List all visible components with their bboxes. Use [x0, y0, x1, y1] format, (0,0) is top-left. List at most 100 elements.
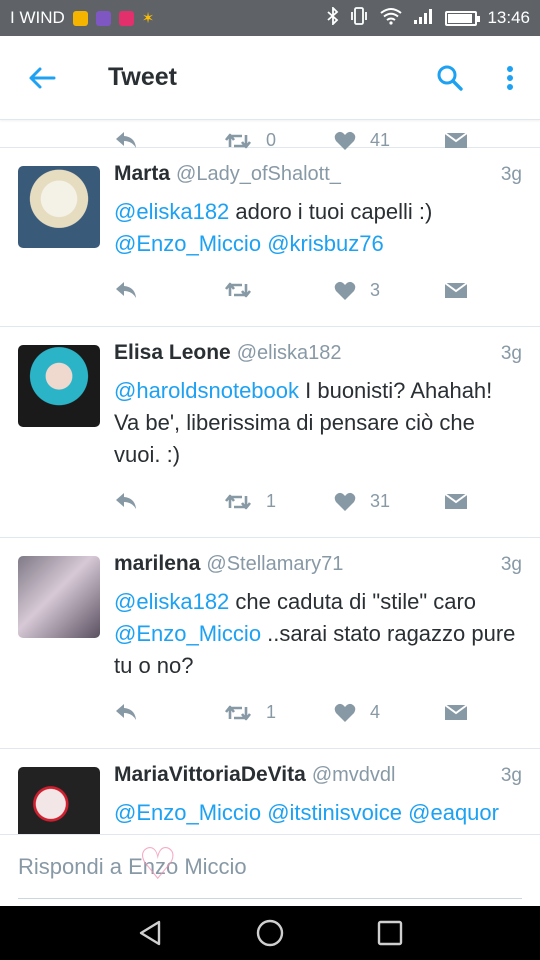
- watermark-logo: ♡: [138, 840, 178, 889]
- tweet-text-segment: che caduta di "stile" caro: [229, 589, 477, 614]
- like-button[interactable]: 3: [334, 280, 380, 301]
- mention-link[interactable]: @itstinisvoice: [267, 800, 402, 825]
- envelope-icon: [444, 491, 468, 511]
- author-handle[interactable]: @mvdvdl: [312, 764, 396, 787]
- reply-button[interactable]: [114, 130, 138, 150]
- partial-tweet-actions: 0 41: [0, 120, 540, 150]
- tweet-timestamp: 3g: [500, 164, 522, 185]
- page-title: Tweet: [108, 63, 177, 91]
- retweet-count: 1: [266, 702, 277, 722]
- retweet-icon: [224, 280, 252, 300]
- heart-icon: [334, 281, 356, 301]
- wifi-icon: [379, 7, 403, 30]
- reply-button[interactable]: [114, 491, 138, 511]
- tweet-timestamp: 3g: [500, 343, 522, 364]
- nav-recents-button[interactable]: [360, 906, 420, 960]
- direct-message-button[interactable]: [444, 280, 468, 300]
- author-name[interactable]: Marta: [114, 162, 170, 186]
- tweet-timestamp: 3g: [500, 765, 522, 786]
- like-button[interactable]: 4: [334, 702, 380, 723]
- reply-input[interactable]: Rispondi a Enzo Miccio: [18, 835, 522, 899]
- vibrate-icon: [349, 6, 369, 30]
- retweet-button[interactable]: 1: [224, 702, 276, 723]
- heart-icon: [334, 492, 356, 512]
- tweet-text-segment: adoro i tuoi capelli :): [229, 199, 433, 224]
- tweet-item[interactable]: MariaVittoriaDeVita @mvdvdl 3g @Enzo_Miccio…: [0, 749, 540, 834]
- like-count: 3: [370, 280, 381, 300]
- author-handle[interactable]: @Stellamary71: [206, 553, 343, 576]
- author-handle[interactable]: @Lady_ofShalott_: [176, 163, 341, 186]
- author-name[interactable]: marilena: [114, 552, 200, 576]
- search-icon: [437, 65, 463, 91]
- nav-home-button[interactable]: [240, 906, 300, 960]
- overflow-menu-button[interactable]: [480, 36, 540, 120]
- retweet-icon: [224, 492, 252, 512]
- screen: I WIND ✶ 13:46 Tweet 0 41 Marta @Lady_of…: [0, 0, 540, 960]
- tweet-text: @haroldsnotebook I buonisti? Ahahah! Va …: [114, 375, 522, 471]
- avatar[interactable]: [18, 166, 100, 248]
- reply-button[interactable]: [114, 702, 138, 722]
- like-count: 4: [370, 702, 381, 722]
- like-button[interactable]: 31: [334, 491, 390, 512]
- mention-link[interactable]: @krisbuz76: [267, 231, 384, 256]
- clock-label: 13:46: [487, 8, 530, 27]
- heart-icon: [334, 703, 356, 723]
- retweet-button[interactable]: 1: [224, 491, 276, 512]
- reply-icon: [114, 491, 138, 511]
- triangle-back-icon: [139, 920, 161, 946]
- author-name[interactable]: MariaVittoriaDeVita: [114, 763, 306, 787]
- nav-back-button[interactable]: [120, 906, 180, 960]
- pinwheel-icon: ✶: [141, 10, 155, 27]
- tweet-item[interactable]: Elisa Leone @eliska182 3g @haroldsnotebook …: [0, 327, 540, 538]
- reply-placeholder: Rispondi a Enzo Miccio: [18, 853, 247, 879]
- tweet-item[interactable]: marilena @Stellamary71 3g @eliska182 che ca…: [0, 538, 540, 749]
- mention-link[interactable]: @haroldsnotebook: [114, 378, 299, 403]
- search-button[interactable]: [420, 36, 480, 120]
- instagram-icon: [118, 10, 134, 26]
- like-count: 31: [370, 491, 391, 511]
- envelope-icon: [444, 130, 468, 150]
- system-nav-bar: [0, 906, 540, 960]
- tweet-text: @eliska182 che caduta di "stile" caro @E…: [114, 586, 522, 682]
- mention-link[interactable]: @eliska182: [114, 589, 229, 614]
- bluetooth-icon: [327, 5, 339, 30]
- status-bar: I WIND ✶ 13:46: [0, 0, 540, 36]
- direct-message-button[interactable]: [444, 491, 468, 511]
- tweet-text: @eliska182 adoro i tuoi capelli :) @Enzo…: [114, 196, 522, 260]
- signal-icon: [413, 7, 435, 30]
- tweet-item[interactable]: Marta @Lady_ofShalott_ 3g @eliska182 adoro …: [0, 148, 540, 327]
- envelope-icon: [444, 702, 468, 722]
- tweet-feed[interactable]: 0 41 Marta @Lady_ofShalott_ 3g @eliska182 ad…: [0, 120, 540, 834]
- mention-link[interactable]: @eliska182: [114, 199, 229, 224]
- mention-link[interactable]: @eaquor: [408, 800, 499, 825]
- direct-message-button[interactable]: [444, 130, 468, 150]
- reply-composer: Rispondi a Enzo Miccio ♡: [0, 834, 540, 906]
- back-button[interactable]: [0, 36, 84, 120]
- circle-home-icon: [256, 919, 284, 947]
- square-recents-icon: [377, 920, 403, 946]
- retweet-count: 1: [266, 491, 277, 511]
- author-name[interactable]: Elisa Leone: [114, 341, 231, 365]
- avatar[interactable]: [18, 767, 100, 834]
- avatar[interactable]: [18, 345, 100, 427]
- avatar[interactable]: [18, 556, 100, 638]
- app-bar: Tweet: [0, 36, 540, 120]
- reply-icon: [114, 702, 138, 722]
- tweet-actions: 1 31: [114, 471, 522, 537]
- notification-app-icon: [72, 10, 88, 26]
- retweet-button[interactable]: [224, 280, 252, 300]
- author-handle[interactable]: @eliska182: [237, 342, 342, 365]
- tweet-timestamp: 3g: [500, 554, 522, 575]
- direct-message-button[interactable]: [444, 702, 468, 722]
- carrier-label: I WIND: [10, 8, 65, 27]
- tweet-text: @Enzo_Miccio @itstinisvoice @eaquor Che …: [114, 797, 522, 834]
- mention-link[interactable]: @Enzo_Miccio: [114, 621, 261, 646]
- envelope-icon: [444, 280, 468, 300]
- reply-icon: [114, 130, 138, 150]
- tweet-actions: 14: [114, 682, 522, 748]
- arrow-left-icon: [29, 67, 56, 88]
- reply-button[interactable]: [114, 280, 138, 300]
- mention-link[interactable]: @Enzo_Miccio: [114, 231, 261, 256]
- battery-icon: [445, 10, 481, 26]
- mention-link[interactable]: @Enzo_Miccio: [114, 800, 261, 825]
